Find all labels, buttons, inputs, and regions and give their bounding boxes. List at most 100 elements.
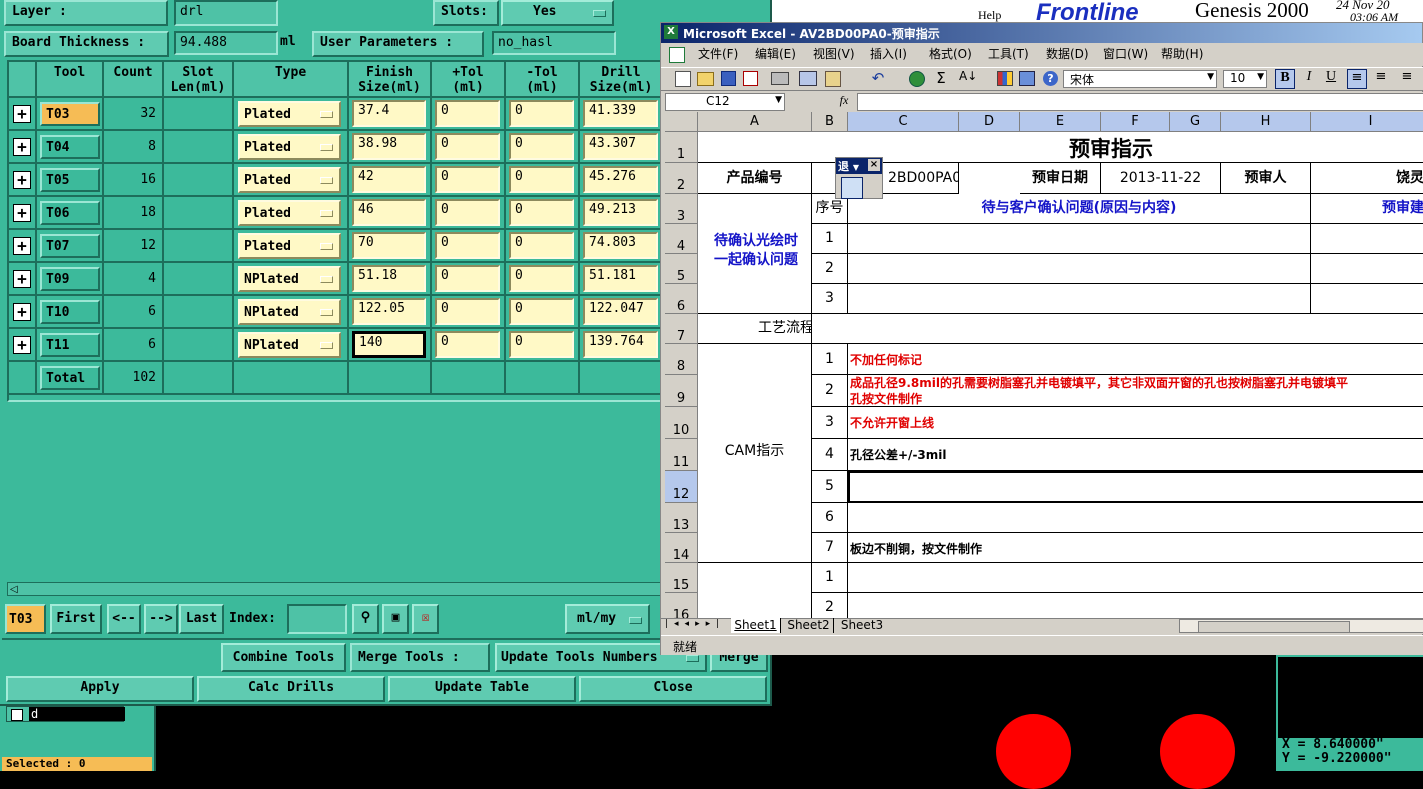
minus-tol-field[interactable]: 0 [509, 298, 574, 325]
cell[interactable]: 1 [812, 563, 848, 593]
select-all-corner[interactable] [665, 112, 698, 132]
sheet-tab-sheet1[interactable]: Sheet1 [731, 618, 781, 633]
layer-field[interactable]: drl [174, 0, 278, 26]
cell[interactable]: 饶灵 [1311, 163, 1423, 194]
cell[interactable] [848, 503, 1423, 533]
drill-size-field[interactable]: 49.213 [583, 199, 658, 226]
minus-tol-field[interactable]: 0 [509, 133, 574, 160]
cell[interactable]: 预审指示 [698, 132, 1423, 163]
row-header[interactable]: 2 [665, 163, 698, 194]
cell[interactable]: 2013-11-22 [1101, 163, 1221, 194]
finish-size-field[interactable]: 37.4 [352, 100, 426, 127]
cell[interactable]: 产品编号 [698, 163, 812, 194]
drill-size-field[interactable]: 139.764 [583, 331, 658, 358]
cell[interactable]: 不允许开窗上线 [848, 407, 1423, 439]
drill-size-field[interactable]: 45.276 [583, 166, 658, 193]
minus-tol-field[interactable]: 0 [509, 265, 574, 292]
column-header[interactable]: A [698, 112, 812, 132]
tool-button[interactable]: T07 [40, 234, 100, 258]
minus-tol-field[interactable]: 0 [509, 199, 574, 226]
cell[interactable] [848, 563, 1423, 593]
tool-button[interactable]: T11 [40, 333, 100, 357]
finish-size-field[interactable]: 38.98 [352, 133, 426, 160]
cell[interactable]: 3 [812, 407, 848, 439]
graphics-area[interactable] [156, 706, 1276, 771]
combine-tools-button[interactable]: Combine Tools [221, 643, 346, 672]
close-button[interactable]: Close [579, 676, 767, 702]
cell[interactable] [812, 314, 1423, 344]
plus-tol-field[interactable]: 0 [435, 166, 500, 193]
drill-size-field[interactable]: 122.047 [583, 298, 658, 325]
column-header[interactable]: I [1311, 112, 1423, 132]
font-size-box[interactable]: 10 ▼ [1223, 70, 1267, 88]
cell[interactable]: 3 [812, 284, 848, 314]
cell[interactable] [1311, 254, 1423, 284]
minus-tol-field[interactable]: 0 [509, 232, 574, 259]
row-header[interactable]: 3 [665, 194, 698, 224]
expand-icon[interactable]: + [13, 336, 31, 354]
open-icon[interactable] [697, 72, 714, 86]
user-parameters-field[interactable]: no_hasl [492, 31, 616, 55]
cell[interactable]: 预审人 [1221, 163, 1311, 194]
new-icon[interactable] [675, 71, 691, 87]
cell[interactable]: 不加任何标记 [848, 344, 1423, 375]
tool-button[interactable]: T10 [40, 300, 100, 324]
finish-size-field[interactable]: 122.05 [352, 298, 426, 325]
column-header[interactable]: D [959, 112, 1020, 132]
expand-icon[interactable]: + [13, 171, 31, 189]
column-header[interactable]: F [1101, 112, 1170, 132]
column-header[interactable]: B [812, 112, 848, 132]
menu-item[interactable]: 视图(V) [813, 45, 855, 65]
name-box[interactable]: C12 ▼ [665, 93, 785, 111]
horizontal-scrollbar-excel[interactable] [1179, 619, 1423, 633]
menu-item[interactable]: 文件(F) [698, 45, 738, 65]
plus-tol-field[interactable]: 0 [435, 265, 500, 292]
align-right-icon[interactable]: ≡ [1397, 69, 1417, 89]
finish-size-field[interactable]: 140 [352, 331, 426, 358]
finish-size-field[interactable]: 70 [352, 232, 426, 259]
plus-tol-field[interactable]: 0 [435, 232, 500, 259]
tool-button[interactable]: T04 [40, 135, 100, 159]
last-button[interactable]: Last [179, 604, 224, 634]
sheet-tab-sheet2[interactable]: Sheet2 [784, 618, 834, 633]
menu-item[interactable]: 格式(O) [929, 45, 972, 65]
floating-exit-toolbar[interactable]: 退 ▼ × [835, 157, 883, 199]
plus-tol-field[interactable]: 0 [435, 331, 500, 358]
print-icon[interactable] [771, 72, 789, 85]
horizontal-scrollbar[interactable]: ◁ [7, 582, 662, 596]
expand-icon[interactable]: + [13, 138, 31, 156]
finish-size-field[interactable]: 46 [352, 199, 426, 226]
type-dropdown[interactable]: Plated [238, 134, 341, 160]
row-header[interactable]: 7 [665, 314, 698, 344]
cell[interactable]: 孔径公差+/-3mil [848, 439, 1423, 471]
cell[interactable]: 7 [812, 533, 848, 563]
expand-icon[interactable]: + [13, 105, 31, 123]
delete-icon[interactable]: ☒ [412, 604, 439, 634]
units-dropdown[interactable]: ml/my [565, 604, 650, 634]
cell[interactable]: 6 [812, 503, 848, 533]
menu-item[interactable]: 数据(D) [1046, 45, 1089, 65]
finish-size-field[interactable]: 42 [352, 166, 426, 193]
help-icon[interactable]: ? [1043, 71, 1058, 86]
column-header[interactable]: H [1221, 112, 1311, 132]
slots-dropdown[interactable]: Yes [501, 0, 614, 26]
cell[interactable]: 待与客户确认问题(原因与内容) [848, 194, 1311, 224]
column-header[interactable]: E [1020, 112, 1101, 132]
plus-tol-field[interactable]: 0 [435, 298, 500, 325]
minus-tol-field[interactable]: 0 [509, 166, 574, 193]
row-header[interactable]: 16 [665, 593, 698, 620]
cell[interactable]: 1 [812, 344, 848, 375]
plus-tol-field[interactable]: 0 [435, 100, 500, 127]
italic-button[interactable]: I [1299, 69, 1319, 89]
menu-item[interactable]: 工具(T) [988, 45, 1029, 65]
first-button[interactable]: First [50, 604, 102, 634]
research-icon[interactable] [799, 71, 817, 86]
menu-item[interactable]: 窗口(W) [1103, 45, 1148, 65]
cell[interactable] [848, 471, 1423, 503]
cell[interactable]: 2 [812, 254, 848, 284]
board-thickness-field[interactable]: 94.488 [174, 31, 278, 55]
type-dropdown[interactable]: NPlated [238, 266, 341, 292]
finish-size-field[interactable]: 51.18 [352, 265, 426, 292]
plus-tol-field[interactable]: 0 [435, 199, 500, 226]
column-header[interactable]: G [1170, 112, 1221, 132]
